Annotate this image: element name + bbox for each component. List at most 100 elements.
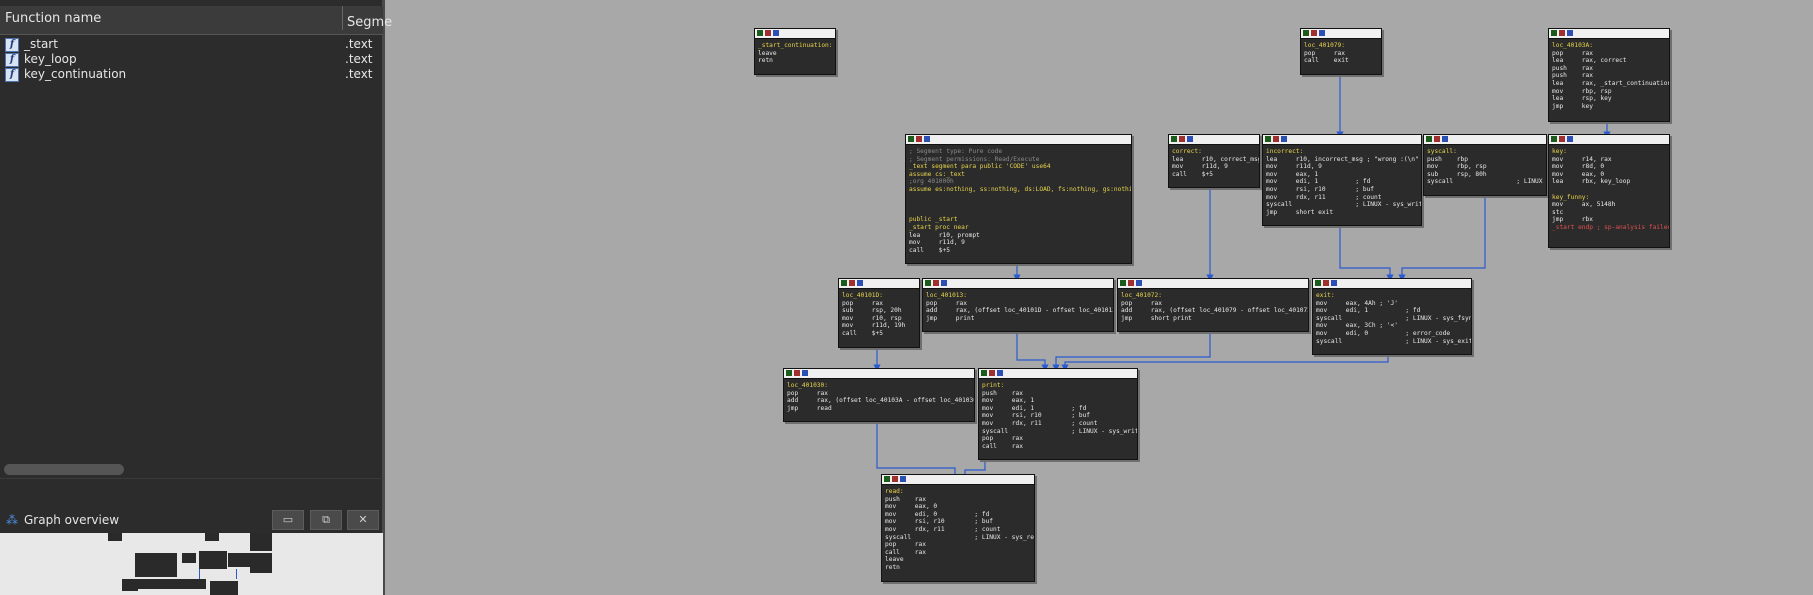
node-color-icon[interactable] (757, 30, 763, 36)
node-color-icon[interactable] (925, 280, 931, 286)
graph-node-loc-401030[interactable]: loc_401030: pop rax add rax, (offset loc… (783, 368, 975, 422)
node-color-icon[interactable] (884, 476, 890, 482)
node-titlebar[interactable] (882, 475, 1034, 485)
graph-node-loc-401079[interactable]: loc_401079: pop rax call exit (1300, 28, 1382, 75)
node-group-icon[interactable] (1331, 280, 1337, 286)
node-titlebar[interactable] (906, 135, 1131, 145)
graph-node-start-continuation[interactable]: _start_continuation: leave retn (754, 28, 836, 75)
node-color-icon[interactable] (1426, 136, 1432, 142)
graph-node-loc-40103a[interactable]: loc_40103A: pop rax lea rax, correct pus… (1548, 28, 1670, 122)
node-group-icon[interactable] (1319, 30, 1325, 36)
node-titlebar[interactable] (1549, 29, 1669, 39)
node-graph-icon[interactable] (1559, 136, 1565, 142)
node-color-icon[interactable] (908, 136, 914, 142)
graph-node-read[interactable]: read: push rax mov eax, 0 mov edi, 0 ; f… (881, 474, 1035, 582)
node-graph-icon[interactable] (1323, 280, 1329, 286)
node-graph-icon[interactable] (765, 30, 771, 36)
node-disassembly[interactable]: key: mov r14, rax mov r8d, 0 mov eax, 0 … (1549, 145, 1669, 234)
node-disassembly[interactable]: loc_401030: pop rax add rax, (offset loc… (784, 379, 974, 414)
node-graph-icon[interactable] (849, 280, 855, 286)
node-graph-icon[interactable] (916, 136, 922, 142)
graph-node-incorrect[interactable]: incorrect: lea r10, incorrect_msg ; "wro… (1262, 134, 1422, 226)
node-color-icon[interactable] (1265, 136, 1271, 142)
graph-node-correct[interactable]: correct: lea r10, correct_msg mov r11d, … (1168, 134, 1260, 188)
float-button[interactable]: ⧉ (310, 510, 342, 530)
node-group-icon[interactable] (1187, 136, 1193, 142)
node-group-icon[interactable] (773, 30, 779, 36)
node-group-icon[interactable] (941, 280, 947, 286)
column-function-name[interactable]: Function name (5, 11, 101, 26)
node-color-icon[interactable] (841, 280, 847, 286)
graph-node-syscall[interactable]: syscall: push rbp mov rbp, rsp sub rsp, … (1423, 134, 1547, 196)
node-titlebar[interactable] (1549, 135, 1669, 145)
node-disassembly[interactable]: loc_401079: pop rax call exit (1301, 39, 1381, 67)
node-disassembly[interactable]: correct: lea r10, correct_msg mov r11d, … (1169, 145, 1259, 180)
node-disassembly[interactable]: ; Segment type: Pure code ; Segment perm… (906, 145, 1131, 256)
node-graph-icon[interactable] (1273, 136, 1279, 142)
node-color-icon[interactable] (1171, 136, 1177, 142)
node-disassembly[interactable]: read: push rax mov eax, 0 mov edi, 0 ; f… (882, 485, 1034, 574)
graph-node-loc-401072[interactable]: loc_401072: pop rax add rax, (offset loc… (1117, 278, 1309, 332)
node-group-icon[interactable] (1136, 280, 1142, 286)
node-disassembly[interactable]: loc_401072: pop rax add rax, (offset loc… (1118, 289, 1308, 324)
graph-node-exit[interactable]: exit: mov eax, 4Ah ; 'J' mov edi, 1 ; fd… (1312, 278, 1472, 355)
close-button[interactable]: ✕ (347, 510, 379, 530)
graph-node-loc-401013[interactable]: loc_401013: pop rax add rax, (offset loc… (922, 278, 1114, 332)
node-color-icon[interactable] (1551, 136, 1557, 142)
node-graph-icon[interactable] (892, 476, 898, 482)
node-color-icon[interactable] (1303, 30, 1309, 36)
node-color-icon[interactable] (981, 370, 987, 376)
node-disassembly[interactable]: loc_40103A: pop rax lea rax, correct pus… (1549, 39, 1669, 112)
node-graph-icon[interactable] (1434, 136, 1440, 142)
node-group-icon[interactable] (997, 370, 1003, 376)
node-titlebar[interactable] (784, 369, 974, 379)
graph-node-print[interactable]: print: push rax mov eax, 1 mov edi, 1 ; … (978, 368, 1138, 460)
node-group-icon[interactable] (1281, 136, 1287, 142)
node-color-icon[interactable] (1315, 280, 1321, 286)
node-graph-icon[interactable] (933, 280, 939, 286)
node-titlebar[interactable] (755, 29, 835, 39)
node-titlebar[interactable] (923, 279, 1113, 289)
node-group-icon[interactable] (857, 280, 863, 286)
node-titlebar[interactable] (1301, 29, 1381, 39)
node-color-icon[interactable] (786, 370, 792, 376)
node-titlebar[interactable] (1169, 135, 1259, 145)
functions-table-header[interactable]: Function name Segme (0, 6, 392, 35)
node-group-icon[interactable] (1567, 30, 1573, 36)
function-row[interactable]: f _start .text (0, 37, 383, 52)
node-disassembly[interactable]: exit: mov eax, 4Ah ; 'J' mov edi, 1 ; fd… (1313, 289, 1471, 347)
node-graph-icon[interactable] (1179, 136, 1185, 142)
node-disassembly[interactable]: print: push rax mov eax, 1 mov edi, 1 ; … (979, 379, 1137, 452)
graph-node-key[interactable]: key: mov r14, rax mov r8d, 0 mov eax, 0 … (1548, 134, 1670, 248)
node-titlebar[interactable] (1118, 279, 1308, 289)
node-disassembly[interactable]: loc_401013: pop rax add rax, (offset loc… (923, 289, 1113, 324)
node-color-icon[interactable] (1551, 30, 1557, 36)
node-graph-icon[interactable] (989, 370, 995, 376)
node-graph-icon[interactable] (1128, 280, 1134, 286)
node-disassembly[interactable]: incorrect: lea r10, incorrect_msg ; "wro… (1263, 145, 1421, 218)
node-titlebar[interactable] (1424, 135, 1546, 145)
node-graph-icon[interactable] (794, 370, 800, 376)
node-titlebar[interactable] (839, 279, 919, 289)
node-titlebar[interactable] (1263, 135, 1421, 145)
node-disassembly[interactable]: syscall: push rbp mov rbp, rsp sub rsp, … (1424, 145, 1546, 188)
node-color-icon[interactable] (1120, 280, 1126, 286)
graph-node-segment[interactable]: ; Segment type: Pure code ; Segment perm… (905, 134, 1132, 264)
node-graph-icon[interactable] (1311, 30, 1317, 36)
function-row[interactable]: f key_continuation .text (0, 67, 383, 82)
node-group-icon[interactable] (900, 476, 906, 482)
horizontal-scrollbar[interactable] (4, 464, 124, 475)
node-graph-icon[interactable] (1559, 30, 1565, 36)
graph-node-loc-40101d[interactable]: loc_40101D: pop rax sub rsp, 20h mov r10… (838, 278, 920, 348)
node-titlebar[interactable] (1313, 279, 1471, 289)
node-group-icon[interactable] (1442, 136, 1448, 142)
function-row[interactable]: f key_loop .text (0, 52, 383, 67)
node-group-icon[interactable] (1567, 136, 1573, 142)
restore-button[interactable]: ▭ (272, 510, 304, 530)
node-disassembly[interactable]: _start_continuation: leave retn (755, 39, 835, 67)
graph-view[interactable]: _start_continuation: leave retn loc_4010… (385, 0, 1813, 595)
node-group-icon[interactable] (802, 370, 808, 376)
node-titlebar[interactable] (979, 369, 1137, 379)
node-group-icon[interactable] (924, 136, 930, 142)
node-disassembly[interactable]: loc_40101D: pop rax sub rsp, 20h mov r10… (839, 289, 919, 340)
